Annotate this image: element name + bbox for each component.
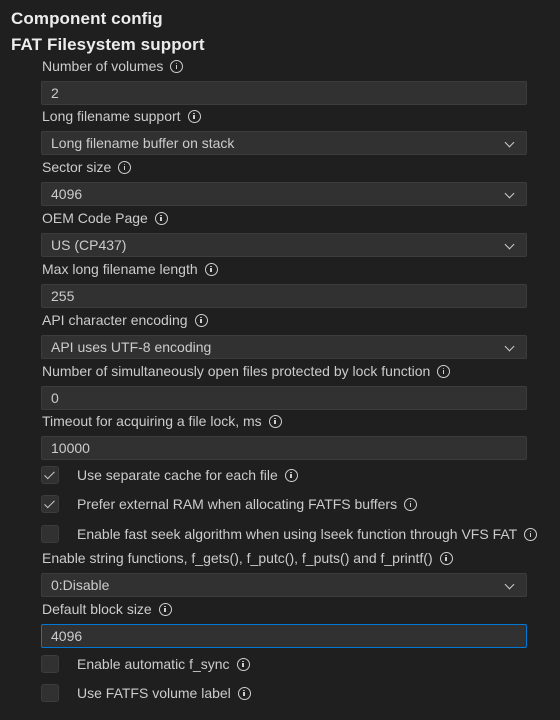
- page-title: Component config: [11, 9, 163, 28]
- oem-code-page-select[interactable]: US (CP437): [41, 233, 527, 257]
- prefer-ext-ram-label-text: Prefer external RAM when allocating FATF…: [77, 496, 398, 512]
- separate-cache-checkbox[interactable]: [41, 466, 59, 484]
- max-lfn-length-label: Max long filename length: [42, 259, 218, 279]
- info-icon[interactable]: [236, 657, 250, 671]
- prefer-ext-ram-checkbox[interactable]: [41, 495, 59, 513]
- auto-fsync-row: Enable automatic f_sync: [41, 654, 250, 674]
- fast-seek-label: Enable fast seek algorithm when using ls…: [77, 526, 538, 542]
- api-encoding-select[interactable]: API uses UTF-8 encoding: [41, 335, 527, 359]
- fast-seek-checkbox[interactable]: [41, 525, 59, 543]
- section-title: FAT Filesystem support: [11, 35, 205, 54]
- auto-fsync-label-text: Enable automatic f_sync: [77, 656, 230, 672]
- block-size-label: Default block size: [42, 599, 172, 619]
- num-volumes-label: Number of volumes: [42, 56, 184, 76]
- api-encoding-label: API character encoding: [42, 310, 208, 330]
- settings-panel: Component config FAT Filesystem support …: [0, 0, 560, 720]
- lock-timeout-input[interactable]: 10000: [41, 436, 527, 460]
- volume-label-label-text: Use FATFS volume label: [77, 685, 231, 701]
- string-funcs-label: Enable string functions, f_gets(), f_put…: [42, 548, 453, 568]
- info-icon[interactable]: [437, 364, 451, 378]
- max-lfn-length-label-text: Max long filename length: [42, 261, 198, 277]
- fast-seek-row: Enable fast seek algorithm when using ls…: [41, 524, 538, 544]
- chevron-down-icon: [504, 137, 515, 148]
- prefer-ext-ram-label: Prefer external RAM when allocating FATF…: [77, 496, 418, 512]
- info-icon[interactable]: [439, 551, 453, 565]
- num-volumes-label-text: Number of volumes: [42, 58, 164, 74]
- sector-size-label: Sector size: [42, 157, 132, 177]
- sector-size-label-text: Sector size: [42, 159, 112, 175]
- info-icon[interactable]: [170, 59, 184, 73]
- auto-fsync-checkbox[interactable]: [41, 655, 59, 673]
- info-icon[interactable]: [187, 109, 201, 123]
- open-files-lock-label: Number of simultaneously open files prot…: [42, 361, 451, 381]
- block-size-input[interactable]: 4096: [41, 624, 527, 648]
- max-lfn-length-input[interactable]: 255: [41, 284, 527, 308]
- separate-cache-row: Use separate cache for each file: [41, 465, 298, 485]
- num-volumes-input[interactable]: 2: [41, 81, 527, 105]
- num-volumes-value: 2: [51, 85, 59, 101]
- lfn-support-label-text: Long filename support: [42, 108, 181, 124]
- lfn-support-label: Long filename support: [42, 106, 201, 126]
- open-files-lock-label-text: Number of simultaneously open files prot…: [42, 363, 431, 379]
- fast-seek-label-text: Enable fast seek algorithm when using ls…: [77, 526, 518, 542]
- open-files-lock-input[interactable]: 0: [41, 386, 527, 410]
- info-icon[interactable]: [204, 262, 218, 276]
- prefer-ext-ram-row: Prefer external RAM when allocating FATF…: [41, 494, 418, 514]
- open-files-lock-value: 0: [51, 390, 59, 406]
- oem-code-page-label: OEM Code Page: [42, 208, 168, 228]
- info-icon[interactable]: [268, 414, 282, 428]
- volume-label-checkbox[interactable]: [41, 684, 59, 702]
- string-funcs-select[interactable]: 0:Disable: [41, 573, 527, 597]
- chevron-down-icon: [504, 239, 515, 250]
- chevron-down-icon: [504, 579, 515, 590]
- auto-fsync-label: Enable automatic f_sync: [77, 656, 250, 672]
- volume-label-row: Use FATFS volume label: [41, 683, 251, 703]
- oem-code-page-label-text: OEM Code Page: [42, 210, 148, 226]
- info-icon[interactable]: [404, 497, 418, 511]
- separate-cache-label: Use separate cache for each file: [77, 467, 298, 483]
- info-icon[interactable]: [194, 313, 208, 327]
- sector-size-select[interactable]: 4096: [41, 182, 527, 206]
- separate-cache-label-text: Use separate cache for each file: [77, 467, 278, 483]
- lock-timeout-label: Timeout for acquiring a file lock, ms: [42, 411, 282, 431]
- chevron-down-icon: [504, 341, 515, 352]
- volume-label-label: Use FATFS volume label: [77, 685, 251, 701]
- info-icon[interactable]: [118, 160, 132, 174]
- lock-timeout-value: 10000: [51, 440, 90, 456]
- api-encoding-value: API uses UTF-8 encoding: [51, 339, 212, 355]
- info-icon[interactable]: [158, 602, 172, 616]
- sector-size-value: 4096: [51, 186, 83, 202]
- info-icon[interactable]: [154, 211, 168, 225]
- max-lfn-length-value: 255: [51, 288, 75, 304]
- oem-code-page-value: US (CP437): [51, 237, 127, 253]
- info-icon[interactable]: [524, 527, 538, 541]
- string-funcs-label-text: Enable string functions, f_gets(), f_put…: [42, 550, 433, 566]
- lfn-support-select[interactable]: Long filename buffer on stack: [41, 131, 527, 155]
- lfn-support-value: Long filename buffer on stack: [51, 135, 235, 151]
- info-icon[interactable]: [237, 686, 251, 700]
- block-size-label-text: Default block size: [42, 601, 152, 617]
- api-encoding-label-text: API character encoding: [42, 312, 188, 328]
- chevron-down-icon: [504, 188, 515, 199]
- block-size-value: 4096: [51, 628, 83, 644]
- info-icon[interactable]: [284, 468, 298, 482]
- lock-timeout-label-text: Timeout for acquiring a file lock, ms: [42, 413, 262, 429]
- string-funcs-value: 0:Disable: [51, 577, 110, 593]
